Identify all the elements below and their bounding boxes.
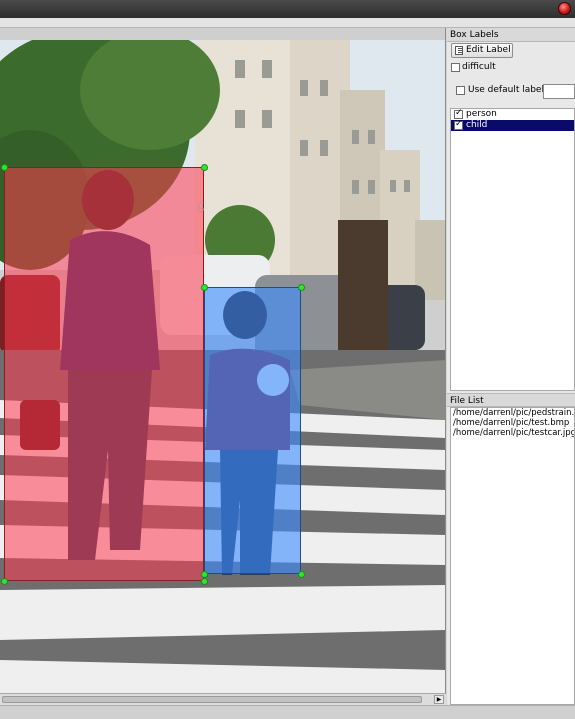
box-handle[interactable] bbox=[298, 571, 305, 578]
file-item[interactable]: /home/darrenl/pic/test.bmp bbox=[451, 418, 574, 428]
label-text: person bbox=[466, 109, 497, 119]
label-checkbox-child[interactable] bbox=[454, 119, 463, 130]
box-handle[interactable] bbox=[201, 164, 208, 171]
scroll-right-icon[interactable]: ▶ bbox=[434, 695, 444, 704]
box-labels-title: Box Labels bbox=[447, 28, 575, 42]
edit-icon bbox=[455, 46, 463, 55]
close-icon[interactable] bbox=[558, 2, 571, 15]
label-item-child[interactable]: child bbox=[451, 119, 574, 131]
label-list[interactable]: person child bbox=[450, 108, 575, 391]
hand-cursor-icon: ☝ bbox=[197, 200, 205, 214]
box-handle[interactable] bbox=[201, 571, 208, 578]
default-label-input[interactable] bbox=[543, 84, 575, 99]
file-list-title: File List bbox=[447, 393, 575, 407]
box-handle[interactable] bbox=[1, 164, 8, 171]
horizontal-scrollbar[interactable]: ▶ bbox=[0, 693, 446, 705]
file-list[interactable]: /home/darrenl/pic/pedstrain.jpg /home/da… bbox=[450, 407, 575, 705]
label-text: child bbox=[466, 120, 488, 130]
use-default-label-text: Use default label bbox=[468, 85, 544, 95]
image-canvas[interactable]: ☝ bbox=[0, 28, 446, 693]
use-default-label-checkbox[interactable] bbox=[456, 86, 465, 95]
scroll-thumb[interactable] bbox=[2, 696, 422, 703]
file-item[interactable]: /home/darrenl/pic/testcar.jpg bbox=[451, 428, 574, 438]
label-checkbox-person[interactable] bbox=[454, 108, 463, 119]
file-item[interactable]: /home/darrenl/pic/pedstrain.jpg bbox=[451, 408, 574, 418]
title-bar bbox=[0, 0, 575, 18]
box-handle[interactable] bbox=[1, 578, 8, 585]
label-item-person[interactable]: person bbox=[451, 108, 574, 120]
right-dock: Box Labels Edit Label difficult Use defa… bbox=[447, 28, 575, 705]
edit-label-button[interactable]: Edit Label bbox=[451, 43, 513, 58]
menu-bar bbox=[0, 18, 575, 28]
difficult-label: difficult bbox=[462, 62, 496, 72]
box-handle[interactable] bbox=[298, 284, 305, 291]
bounding-box-person[interactable] bbox=[4, 167, 204, 581]
box-handle[interactable] bbox=[201, 578, 208, 585]
difficult-checkbox[interactable] bbox=[451, 63, 460, 72]
box-handle[interactable] bbox=[201, 284, 208, 291]
edit-label-text: Edit Label bbox=[466, 45, 511, 55]
bounding-box-child[interactable] bbox=[204, 287, 301, 574]
status-bar bbox=[0, 705, 575, 719]
